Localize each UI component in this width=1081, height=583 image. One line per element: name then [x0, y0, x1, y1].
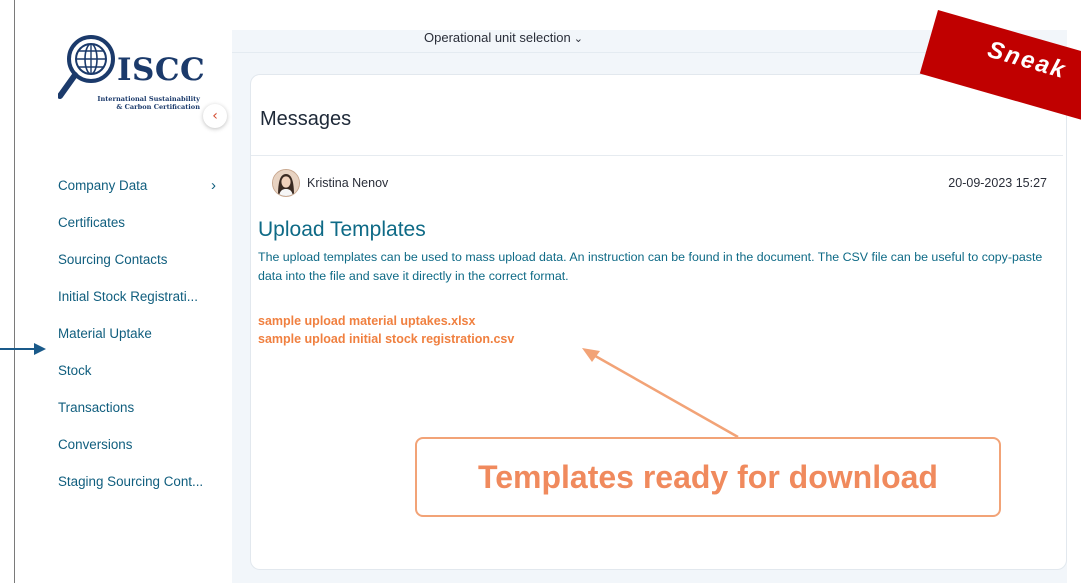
sidebar-item-staging-sourcing-contacts[interactable]: Staging Sourcing Cont...	[58, 472, 228, 509]
sidebar-item-company-data[interactable]: Company Data ›	[58, 176, 228, 213]
pointer-arrow-icon	[0, 343, 46, 355]
chevron-left-icon: ‹	[212, 108, 218, 124]
sidebar-item-label: Company Data	[58, 178, 148, 193]
sidebar-item-certificates[interactable]: Certificates	[58, 213, 228, 250]
callout-text: Templates ready for download	[478, 458, 938, 495]
sidebar-item-stock[interactable]: Stock	[58, 361, 228, 398]
logo-subtitle: International Sustainability & Carbon Ce…	[80, 95, 200, 111]
sidebar-item-label: Staging Sourcing Cont...	[58, 474, 204, 489]
sidebar-item-initial-stock-registration[interactable]: Initial Stock Registrati...	[58, 287, 228, 324]
person-avatar-icon	[273, 170, 299, 196]
callout-box: Templates ready for download	[415, 437, 1001, 517]
sidebar-nav: Company Data › Certificates Sourcing Con…	[58, 176, 228, 509]
message-author: Kristina Nenov	[307, 176, 389, 190]
collapse-sidebar-button[interactable]: ‹	[203, 104, 227, 128]
operational-unit-label: Operational unit selection	[424, 30, 571, 45]
message-timestamp: 20-09-2023 15:27	[948, 176, 1047, 190]
avatar	[272, 169, 300, 197]
sidebar-item-label: Stock	[58, 363, 92, 378]
sidebar-item-label: Sourcing Contacts	[58, 252, 168, 267]
sidebar-item-label: Initial Stock Registrati...	[58, 289, 198, 304]
chevron-right-icon: ›	[211, 177, 216, 194]
sidebar-item-label: Conversions	[58, 437, 133, 452]
sidebar-item-sourcing-contacts[interactable]: Sourcing Contacts	[58, 250, 228, 287]
sidebar-item-material-uptake[interactable]: Material Uptake	[58, 324, 228, 361]
logo-name: ISCC	[117, 52, 206, 88]
sidebar-item-conversions[interactable]: Conversions	[58, 435, 228, 472]
left-border	[14, 0, 15, 583]
logo-subtitle-line1: International Sustainability	[97, 95, 200, 103]
message-subject: Upload Templates	[258, 218, 426, 241]
sidebar-item-label: Certificates	[58, 215, 125, 230]
attachment-link-initial-stock-registration[interactable]: sample upload initial stock registration…	[258, 332, 514, 346]
chevron-down-icon: ⌄	[573, 33, 583, 45]
message-body: The upload templates can be used to mass…	[258, 250, 1043, 283]
sidebar-item-label: Material Uptake	[58, 326, 152, 341]
sidebar-item-label: Transactions	[58, 400, 135, 415]
page-title: Messages	[260, 108, 352, 130]
divider	[251, 155, 1063, 156]
attachment-link-material-uptakes[interactable]: sample upload material uptakes.xlsx	[258, 314, 475, 328]
logo-subtitle-line2: & Carbon Certification	[116, 103, 200, 111]
sidebar-item-transactions[interactable]: Transactions	[58, 398, 228, 435]
callout-arrow-icon	[582, 348, 739, 439]
operational-unit-select[interactable]: Operational unit selection ⌄	[424, 30, 583, 45]
